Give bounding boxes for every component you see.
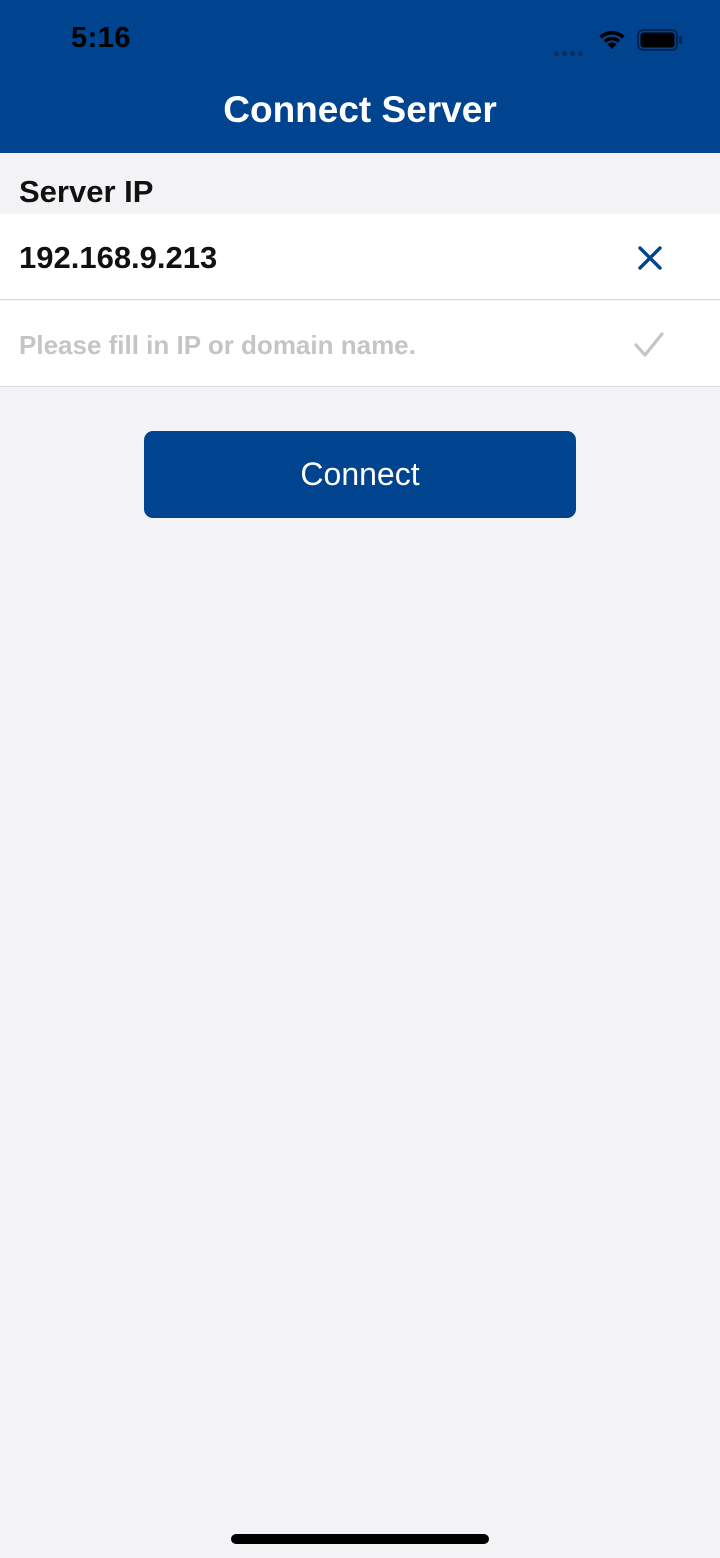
checkmark-icon[interactable]	[630, 328, 668, 362]
server-ip-input[interactable]	[19, 323, 599, 367]
close-icon[interactable]	[633, 241, 667, 275]
header-bar: 5:16 Connect Server	[0, 0, 720, 153]
connect-button[interactable]: Connect	[144, 431, 576, 518]
connect-server-screen: 5:16 Connect Server Server IP 192.168.9.…	[0, 0, 720, 1558]
server-ip-input-row	[0, 301, 720, 387]
server-ip-value: 192.168.9.213	[19, 240, 218, 275]
home-indicator[interactable]	[231, 1534, 489, 1544]
server-ip-current-row: 192.168.9.213	[0, 214, 720, 300]
server-ip-label: Server IP	[19, 174, 154, 209]
wifi-icon	[599, 30, 625, 49]
battery-icon	[637, 29, 682, 51]
page-title: Connect Server	[223, 89, 497, 130]
status-time: 5:16	[71, 22, 132, 54]
cellular-signal-icon	[554, 43, 586, 61]
